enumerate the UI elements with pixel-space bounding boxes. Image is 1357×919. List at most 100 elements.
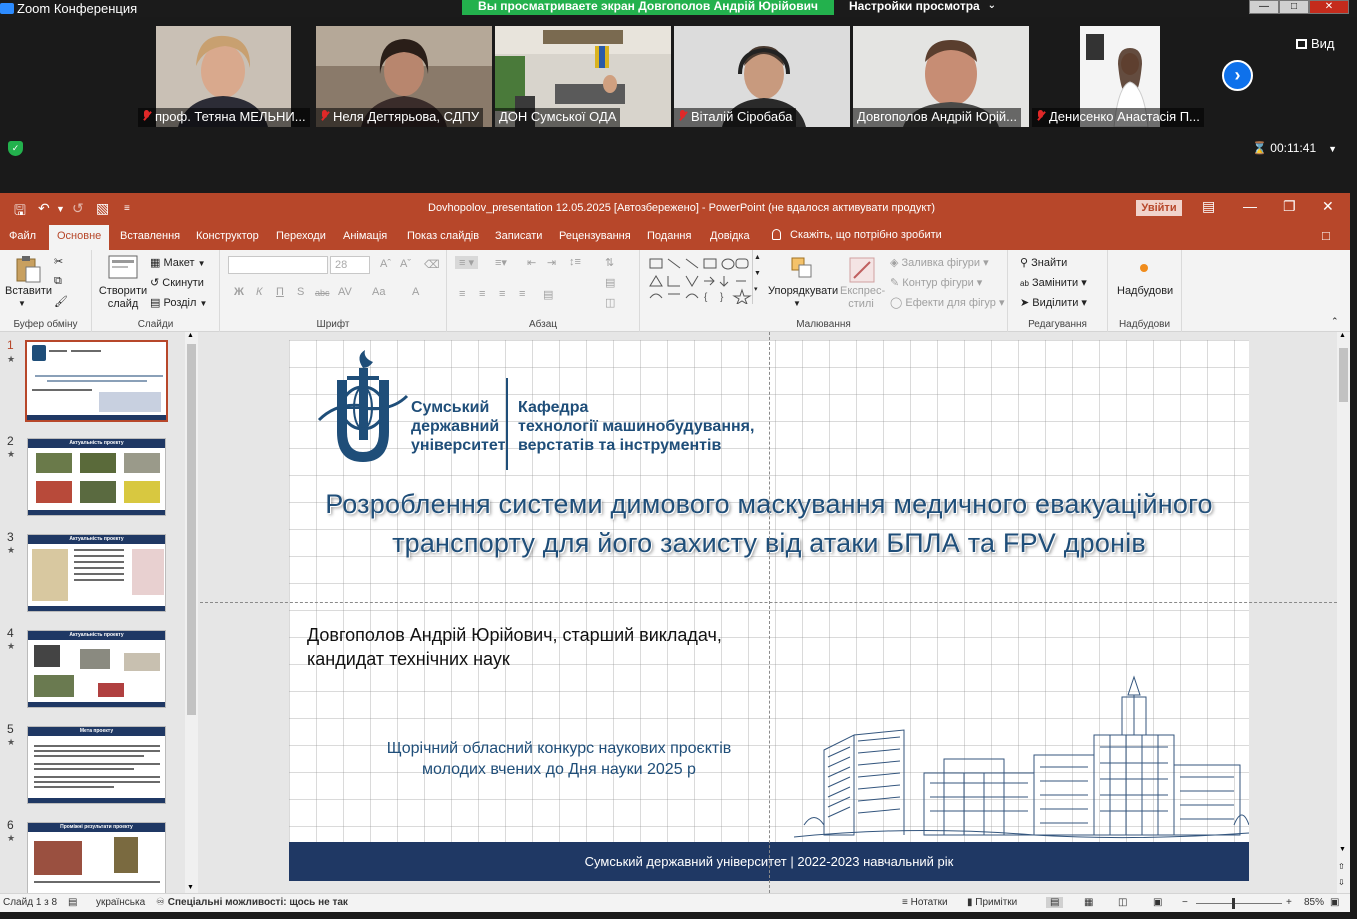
- comments-button[interactable]: ▮ Примітки: [967, 897, 1017, 908]
- align-text-icon[interactable]: ▤: [605, 276, 615, 289]
- reading-view-icon[interactable]: ◫: [1118, 897, 1127, 908]
- tab-animations[interactable]: Анімація: [343, 230, 387, 242]
- participant-tile-speaking[interactable]: Довгополов Андрій Юрій...: [853, 26, 1029, 127]
- minimize-icon[interactable]: —: [1243, 198, 1257, 214]
- layout-button[interactable]: ▦ Макет ▼: [150, 256, 206, 269]
- addins-icon[interactable]: [1140, 264, 1148, 272]
- tab-record[interactable]: Записати: [495, 230, 542, 242]
- normal-view-icon[interactable]: ▤: [1046, 897, 1064, 908]
- participant-tile[interactable]: ДОН Сумської ОДА: [495, 26, 671, 127]
- tab-home[interactable]: Основне: [49, 225, 110, 250]
- tab-file[interactable]: Файл: [9, 230, 36, 242]
- underline-icon[interactable]: П: [276, 286, 284, 298]
- font-size-input[interactable]: 28: [330, 256, 370, 274]
- shape-fill-button[interactable]: ◈ Заливка фігури ▾: [890, 256, 989, 269]
- contest-text[interactable]: Щорічний обласний конкурс наукових проєк…: [349, 738, 769, 780]
- slide-thumbnail[interactable]: Мета проекту: [27, 726, 166, 804]
- quick-styles-label[interactable]: Експрес-стилі: [840, 285, 885, 311]
- zoom-slider[interactable]: [1196, 898, 1282, 909]
- close-button[interactable]: ✕: [1309, 0, 1349, 14]
- customize-toolbar-icon[interactable]: ≡: [124, 203, 130, 214]
- smartart-icon[interactable]: ◫: [605, 296, 615, 309]
- italic-icon[interactable]: К: [256, 286, 262, 298]
- sign-in-button[interactable]: Увійти: [1136, 200, 1182, 216]
- author-text[interactable]: Довгополов Андрій Юрійович, старший викл…: [307, 623, 722, 671]
- numbering-icon[interactable]: ≡▾: [495, 256, 507, 269]
- presenter-icon[interactable]: ▧: [96, 200, 109, 217]
- find-button[interactable]: ⚲ Знайти: [1020, 256, 1067, 269]
- scroll-down-icon[interactable]: ▼: [1339, 846, 1346, 853]
- addins-label[interactable]: Надбудови: [1117, 285, 1173, 297]
- format-painter-icon[interactable]: 🖌: [54, 295, 68, 308]
- tab-view[interactable]: Подання: [647, 230, 691, 242]
- collapse-ribbon-icon[interactable]: ⌃: [1331, 316, 1339, 327]
- view-button[interactable]: Вид: [1296, 36, 1335, 51]
- tab-help[interactable]: Довідка: [710, 230, 750, 242]
- decrease-indent-icon[interactable]: ⇤: [527, 256, 536, 269]
- strikethrough-icon[interactable]: abc: [315, 288, 330, 298]
- canvas-scrollbar[interactable]: ▲ ▼ ⇧ ⇩: [1337, 332, 1350, 893]
- maximize-button[interactable]: □: [1279, 0, 1309, 14]
- shape-effects-button[interactable]: ◯ Ефекти для фігур ▾: [890, 296, 1004, 309]
- increase-font-icon[interactable]: Aˆ: [380, 258, 391, 270]
- scroll-up-icon[interactable]: ▲: [187, 332, 194, 339]
- align-center-icon[interactable]: ≡: [479, 288, 485, 300]
- new-slide-icon[interactable]: [108, 255, 138, 279]
- save-icon[interactable]: 🖫: [14, 200, 26, 224]
- zoom-level[interactable]: 85%: [1304, 897, 1324, 908]
- shapes-more-icon[interactable]: ▲ ▼ ▾: [752, 250, 762, 304]
- scroll-down-icon[interactable]: ▼: [187, 884, 194, 891]
- shapes-gallery[interactable]: {}: [648, 256, 756, 304]
- notes-button[interactable]: ≡ Нотатки: [902, 897, 948, 908]
- columns-icon[interactable]: ▤: [543, 288, 553, 301]
- align-left-icon[interactable]: ≡: [459, 288, 465, 300]
- zoom-slider-knob[interactable]: [1232, 898, 1235, 909]
- slide-thumbnail[interactable]: Актуальність проекту: [27, 630, 166, 708]
- next-page-button[interactable]: ›: [1222, 60, 1253, 91]
- align-right-icon[interactable]: ≡: [499, 288, 505, 300]
- copy-icon[interactable]: ⧉: [54, 275, 62, 288]
- comments-icon[interactable]: □: [1322, 228, 1330, 243]
- shape-outline-button[interactable]: ✎ Контур фігури ▾: [890, 276, 982, 289]
- character-spacing-icon[interactable]: AV: [338, 286, 352, 298]
- shadow-icon[interactable]: S: [297, 286, 304, 298]
- paste-label[interactable]: Вставити: [5, 285, 52, 297]
- change-case-icon[interactable]: Aa: [372, 286, 385, 298]
- quick-styles-icon[interactable]: [848, 256, 876, 284]
- previous-slide-icon[interactable]: ⇧: [1338, 862, 1345, 871]
- select-button[interactable]: ➤ Виділити ▾: [1020, 296, 1087, 309]
- undo-icon[interactable]: ↶: [38, 200, 50, 217]
- ribbon-display-icon[interactable]: ▤: [1202, 198, 1215, 215]
- scrollbar-thumb[interactable]: [1339, 348, 1348, 402]
- increase-indent-icon[interactable]: ⇥: [547, 256, 556, 269]
- tab-insert[interactable]: Вставлення: [120, 230, 180, 242]
- fit-to-window-icon[interactable]: ▣: [1330, 897, 1339, 908]
- bold-icon[interactable]: Ж: [234, 286, 244, 298]
- participant-tile[interactable]: Віталій Сіробаба: [674, 26, 850, 127]
- chevron-down-icon[interactable]: ▼: [18, 299, 26, 308]
- tab-slideshow[interactable]: Показ слайдів: [407, 230, 479, 242]
- tell-me-search[interactable]: Скажіть, що потрібно зробити: [772, 229, 942, 241]
- chevron-down-icon[interactable]: ▼: [793, 299, 801, 308]
- slide-sorter-icon[interactable]: ▦: [1084, 897, 1093, 908]
- slideshow-view-icon[interactable]: ▣: [1153, 897, 1162, 908]
- participant-tile[interactable]: Денисенко Анастасія П...: [1032, 26, 1208, 127]
- meeting-timer[interactable]: ⌛ 00:11:41 ▼: [1252, 141, 1337, 155]
- chevron-down-icon[interactable]: ▼: [56, 204, 65, 214]
- bullets-icon[interactable]: ≡ ▾: [455, 256, 478, 269]
- next-slide-icon[interactable]: ⇩: [1338, 878, 1345, 887]
- spellcheck-icon[interactable]: ▤: [68, 897, 77, 908]
- font-color-icon[interactable]: A: [412, 286, 419, 298]
- justify-icon[interactable]: ≡: [519, 288, 525, 300]
- replace-button[interactable]: ab Замінити ▾: [1020, 276, 1087, 289]
- view-options-button[interactable]: Настройки просмотра ⌄: [836, 0, 1006, 15]
- reset-button[interactable]: ↺ Скинути: [150, 276, 204, 289]
- language-indicator[interactable]: українська: [96, 897, 145, 908]
- close-icon[interactable]: ✕: [1322, 198, 1334, 215]
- new-slide-label[interactable]: Створити слайд: [98, 285, 148, 311]
- paste-icon[interactable]: [14, 255, 42, 283]
- arrange-icon[interactable]: [790, 256, 814, 280]
- tab-transitions[interactable]: Переходи: [276, 230, 326, 242]
- security-shield-icon[interactable]: ✓: [8, 141, 23, 156]
- minimize-button[interactable]: —: [1249, 0, 1279, 14]
